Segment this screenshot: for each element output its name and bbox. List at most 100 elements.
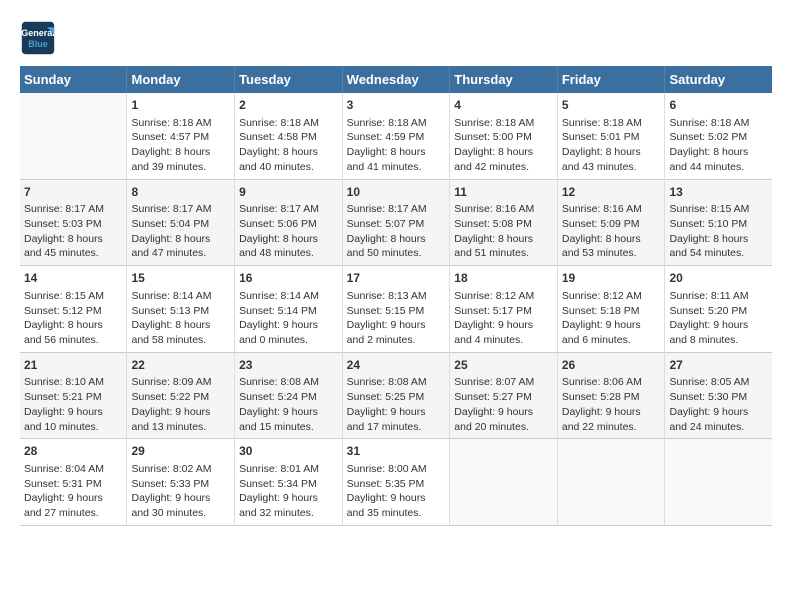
day-number: 1 — [131, 97, 230, 114]
day-number: 28 — [24, 443, 122, 460]
calendar-cell — [665, 439, 772, 526]
header-monday: Monday — [127, 66, 235, 93]
day-info: Sunrise: 8:12 AM Sunset: 5:17 PM Dayligh… — [454, 289, 553, 348]
day-number: 20 — [669, 270, 768, 287]
day-number: 11 — [454, 184, 553, 201]
calendar-week-3: 14Sunrise: 8:15 AM Sunset: 5:12 PM Dayli… — [20, 266, 772, 353]
calendar-cell: 9Sunrise: 8:17 AM Sunset: 5:06 PM Daylig… — [235, 179, 343, 266]
calendar-cell: 22Sunrise: 8:09 AM Sunset: 5:22 PM Dayli… — [127, 352, 235, 439]
day-info: Sunrise: 8:16 AM Sunset: 5:09 PM Dayligh… — [562, 202, 661, 261]
calendar-cell: 13Sunrise: 8:15 AM Sunset: 5:10 PM Dayli… — [665, 179, 772, 266]
day-number: 30 — [239, 443, 338, 460]
calendar-cell: 14Sunrise: 8:15 AM Sunset: 5:12 PM Dayli… — [20, 266, 127, 353]
day-info: Sunrise: 8:07 AM Sunset: 5:27 PM Dayligh… — [454, 375, 553, 434]
day-number: 25 — [454, 357, 553, 374]
calendar-cell: 5 Sunrise: 8:18 AM Sunset: 5:01 PM Daylig… — [557, 93, 665, 179]
day-number: 21 — [24, 357, 122, 374]
calendar-table: SundayMondayTuesdayWednesdayThursdayFrid… — [20, 66, 772, 526]
calendar-cell: 28 Sunrise: 8:04 AM Sunset: 5:31 PM Dayli… — [20, 439, 127, 526]
day-number: 31 — [347, 443, 446, 460]
day-number: 15 — [131, 270, 230, 287]
calendar-week-1: 1Sunrise: 8:18 AM Sunset: 4:57 PM Daylig… — [20, 93, 772, 179]
logo: General Blue — [20, 20, 60, 56]
day-info: Sunrise: 8:18 AM Sunset: 5:02 PM Dayligh… — [669, 116, 768, 175]
calendar-cell: 24Sunrise: 8:08 AM Sunset: 5:25 PM Dayli… — [342, 352, 450, 439]
calendar-week-4: 21Sunrise: 8:10 AM Sunset: 5:21 PM Dayli… — [20, 352, 772, 439]
day-number: 24 — [347, 357, 446, 374]
day-info: Sunrise: 8:18 AM Sunset: 5:01 PM Dayligh… — [562, 116, 661, 175]
day-number: 23 — [239, 357, 338, 374]
calendar-cell: 23Sunrise: 8:08 AM Sunset: 5:24 PM Dayli… — [235, 352, 343, 439]
calendar-cell: 15 Sunrise: 8:14 AM Sunset: 5:13 PM Dayli… — [127, 266, 235, 353]
calendar-cell: 6 Sunrise: 8:18 AM Sunset: 5:02 PM Daylig… — [665, 93, 772, 179]
day-info: Sunrise: 8:17 AM Sunset: 5:07 PM Dayligh… — [347, 202, 446, 261]
calendar-cell: 10Sunrise: 8:17 AM Sunset: 5:07 PM Dayli… — [342, 179, 450, 266]
day-info: Sunrise: 8:08 AM Sunset: 5:24 PM Dayligh… — [239, 375, 338, 434]
day-info: Sunrise: 8:17 AM Sunset: 5:03 PM Dayligh… — [24, 202, 122, 261]
day-info: Sunrise: 8:02 AM Sunset: 5:33 PM Dayligh… — [131, 462, 230, 521]
day-info: Sunrise: 8:11 AM Sunset: 5:20 PM Dayligh… — [669, 289, 768, 348]
calendar-cell: 2 Sunrise: 8:18 AM Sunset: 4:58 PM Daylig… — [235, 93, 343, 179]
day-number: 5 — [562, 97, 661, 114]
day-number: 6 — [669, 97, 768, 114]
day-info: Sunrise: 8:18 AM Sunset: 5:00 PM Dayligh… — [454, 116, 553, 175]
day-info: Sunrise: 8:10 AM Sunset: 5:21 PM Dayligh… — [24, 375, 122, 434]
day-info: Sunrise: 8:08 AM Sunset: 5:25 PM Dayligh… — [347, 375, 446, 434]
calendar-cell: 19 Sunrise: 8:12 AM Sunset: 5:18 PM Dayli… — [557, 266, 665, 353]
calendar-cell: 20 Sunrise: 8:11 AM Sunset: 5:20 PM Dayli… — [665, 266, 772, 353]
day-number: 17 — [347, 270, 446, 287]
day-number: 12 — [562, 184, 661, 201]
day-number: 16 — [239, 270, 338, 287]
header-sunday: Sunday — [20, 66, 127, 93]
calendar-cell: 12Sunrise: 8:16 AM Sunset: 5:09 PM Dayli… — [557, 179, 665, 266]
day-info: Sunrise: 8:14 AM Sunset: 5:13 PM Dayligh… — [131, 289, 230, 348]
day-info: Sunrise: 8:05 AM Sunset: 5:30 PM Dayligh… — [669, 375, 768, 434]
svg-text:Blue: Blue — [28, 39, 48, 49]
calendar-cell — [557, 439, 665, 526]
day-info: Sunrise: 8:01 AM Sunset: 5:34 PM Dayligh… — [239, 462, 338, 521]
calendar-cell: 27Sunrise: 8:05 AM Sunset: 5:30 PM Dayli… — [665, 352, 772, 439]
day-number: 10 — [347, 184, 446, 201]
calendar-cell — [450, 439, 558, 526]
day-number: 3 — [347, 97, 446, 114]
calendar-cell: 4Sunrise: 8:18 AM Sunset: 5:00 PM Daylig… — [450, 93, 558, 179]
calendar-cell: 17Sunrise: 8:13 AM Sunset: 5:15 PM Dayli… — [342, 266, 450, 353]
calendar-week-2: 7Sunrise: 8:17 AM Sunset: 5:03 PM Daylig… — [20, 179, 772, 266]
day-number: 2 — [239, 97, 338, 114]
calendar-cell: 31 Sunrise: 8:00 AM Sunset: 5:35 PM Dayli… — [342, 439, 450, 526]
calendar-cell: 18Sunrise: 8:12 AM Sunset: 5:17 PM Dayli… — [450, 266, 558, 353]
day-info: Sunrise: 8:15 AM Sunset: 5:10 PM Dayligh… — [669, 202, 768, 261]
day-info: Sunrise: 8:18 AM Sunset: 4:58 PM Dayligh… — [239, 116, 338, 175]
calendar-cell: 11Sunrise: 8:16 AM Sunset: 5:08 PM Dayli… — [450, 179, 558, 266]
day-info: Sunrise: 8:17 AM Sunset: 5:04 PM Dayligh… — [131, 202, 230, 261]
day-info: Sunrise: 8:12 AM Sunset: 5:18 PM Dayligh… — [562, 289, 661, 348]
day-info: Sunrise: 8:15 AM Sunset: 5:12 PM Dayligh… — [24, 289, 122, 348]
header-friday: Friday — [557, 66, 665, 93]
day-number: 9 — [239, 184, 338, 201]
header-wednesday: Wednesday — [342, 66, 450, 93]
day-number: 13 — [669, 184, 768, 201]
header-thursday: Thursday — [450, 66, 558, 93]
calendar-cell: 21Sunrise: 8:10 AM Sunset: 5:21 PM Dayli… — [20, 352, 127, 439]
day-info: Sunrise: 8:18 AM Sunset: 4:59 PM Dayligh… — [347, 116, 446, 175]
day-info: Sunrise: 8:04 AM Sunset: 5:31 PM Dayligh… — [24, 462, 122, 521]
calendar-week-5: 28 Sunrise: 8:04 AM Sunset: 5:31 PM Dayli… — [20, 439, 772, 526]
header-saturday: Saturday — [665, 66, 772, 93]
calendar-cell: 16 Sunrise: 8:14 AM Sunset: 5:14 PM Dayli… — [235, 266, 343, 353]
calendar-cell: 29 Sunrise: 8:02 AM Sunset: 5:33 PM Dayli… — [127, 439, 235, 526]
day-number: 19 — [562, 270, 661, 287]
day-number: 22 — [131, 357, 230, 374]
calendar-cell: 1Sunrise: 8:18 AM Sunset: 4:57 PM Daylig… — [127, 93, 235, 179]
calendar-cell: 7Sunrise: 8:17 AM Sunset: 5:03 PM Daylig… — [20, 179, 127, 266]
day-info: Sunrise: 8:00 AM Sunset: 5:35 PM Dayligh… — [347, 462, 446, 521]
calendar-cell: 25Sunrise: 8:07 AM Sunset: 5:27 PM Dayli… — [450, 352, 558, 439]
calendar-cell: 26Sunrise: 8:06 AM Sunset: 5:28 PM Dayli… — [557, 352, 665, 439]
day-number: 29 — [131, 443, 230, 460]
calendar-cell — [20, 93, 127, 179]
logo-icon: General Blue — [20, 20, 56, 56]
day-number: 26 — [562, 357, 661, 374]
day-info: Sunrise: 8:14 AM Sunset: 5:14 PM Dayligh… — [239, 289, 338, 348]
header-tuesday: Tuesday — [235, 66, 343, 93]
calendar-cell: 8Sunrise: 8:17 AM Sunset: 5:04 PM Daylig… — [127, 179, 235, 266]
day-number: 8 — [131, 184, 230, 201]
